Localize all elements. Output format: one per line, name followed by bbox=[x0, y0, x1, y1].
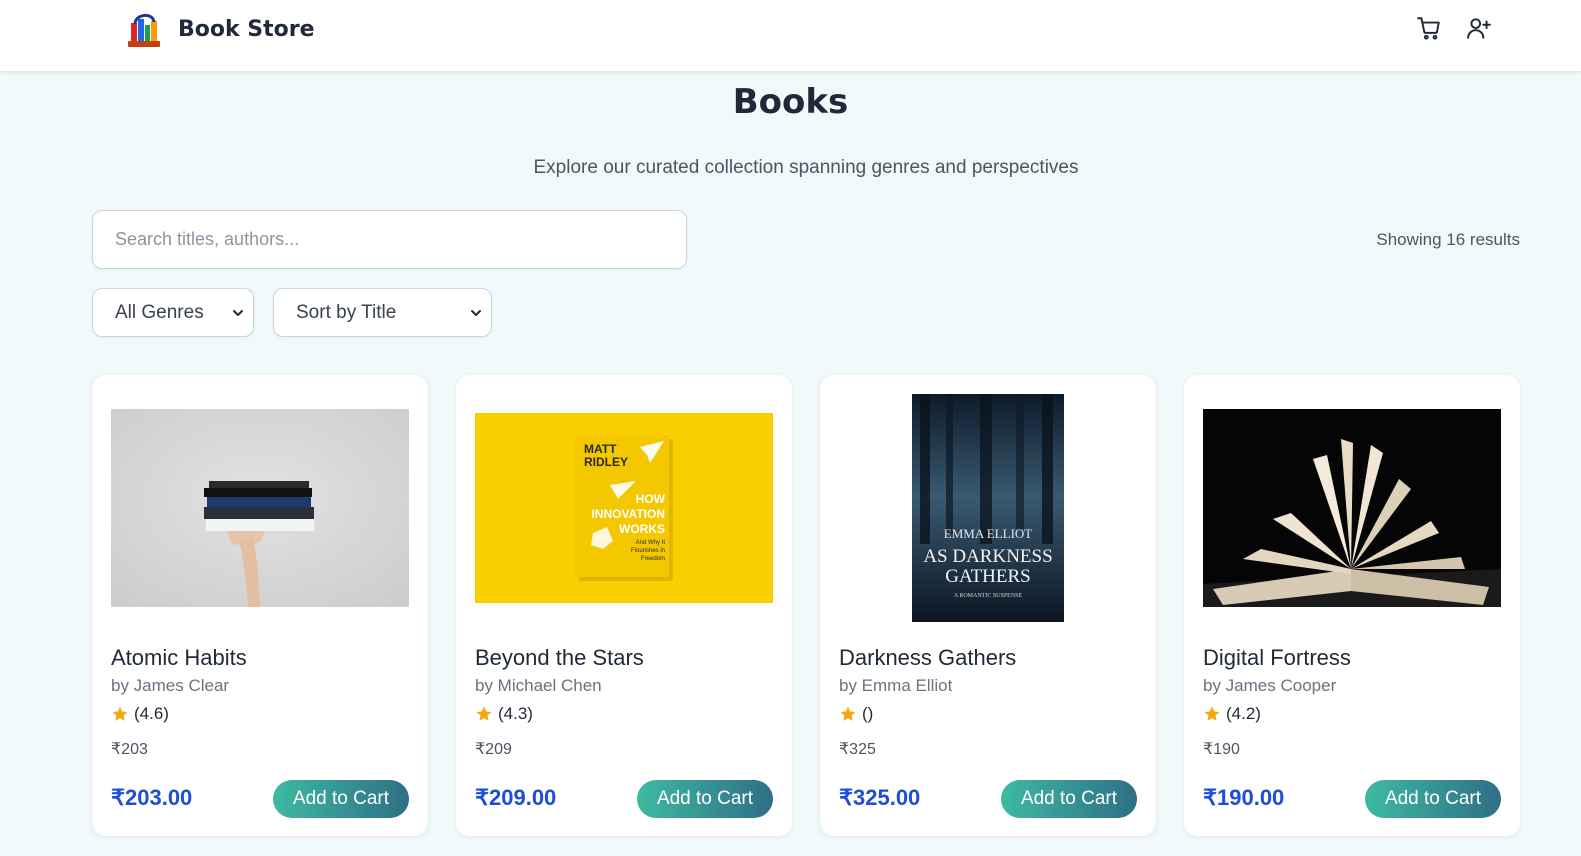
rating-value: (4.3) bbox=[498, 704, 533, 723]
book-price: ₹209.00 bbox=[475, 785, 557, 810]
cover-title-line1: HOW bbox=[636, 492, 666, 506]
navbar: Book Store bbox=[0, 0, 1581, 71]
book-rating: () bbox=[839, 704, 873, 724]
book-list-price: ₹190 bbox=[1203, 741, 1240, 758]
cover-title-line2: INNOVATION bbox=[591, 507, 665, 521]
book-price: ₹190.00 bbox=[1203, 785, 1285, 810]
genre-select-value: All Genres bbox=[115, 301, 204, 323]
book-rating: (4.2) bbox=[1203, 704, 1261, 724]
book-card[interactable]: Atomic Habits by James Clear (4.6) ₹203 … bbox=[92, 375, 428, 836]
book-author: by James Clear bbox=[111, 676, 230, 695]
results-count: Showing 16 results bbox=[1376, 230, 1520, 249]
cover-subtitle-line3: Freedom bbox=[641, 556, 665, 562]
book-price: ₹203.00 bbox=[111, 785, 193, 810]
star-icon bbox=[476, 706, 492, 721]
rating-value: (4.2) bbox=[1226, 704, 1261, 723]
book-author: by James Cooper bbox=[1203, 676, 1337, 695]
book-list-price: ₹325 bbox=[839, 741, 876, 758]
cover-author-line1: MATT bbox=[584, 442, 617, 456]
add-user-icon[interactable] bbox=[1465, 14, 1493, 42]
book-title[interactable]: Beyond the Stars bbox=[475, 645, 644, 671]
book-title[interactable]: Digital Fortress bbox=[1203, 645, 1351, 671]
cover-author: EMMA ELLIOT bbox=[944, 526, 1033, 541]
star-icon bbox=[1204, 706, 1220, 721]
add-to-cart-button[interactable]: Add to Cart bbox=[273, 780, 409, 818]
add-to-cart-button[interactable]: Add to Cart bbox=[637, 780, 773, 818]
brand-name: Book Store bbox=[178, 16, 315, 42]
star-icon bbox=[112, 706, 128, 721]
book-price: ₹325.00 bbox=[839, 785, 921, 810]
book-list-price: ₹203 bbox=[111, 741, 148, 758]
cover-title-line2: GATHERS bbox=[945, 566, 1031, 587]
book-cover-image[interactable]: MATT RIDLEY HOW INNOVATION WORKS And Why… bbox=[475, 413, 773, 603]
chevron-down-icon bbox=[471, 310, 481, 316]
cover-title-line1: AS DARKNESS bbox=[923, 546, 1052, 567]
sort-select-value: Sort by Title bbox=[296, 301, 397, 323]
brand[interactable]: Book Store bbox=[126, 10, 315, 48]
cover-tagline: A ROMANTIC SUSPENSE bbox=[954, 593, 1023, 599]
add-to-cart-button[interactable]: Add to Cart bbox=[1365, 780, 1501, 818]
search-input[interactable] bbox=[92, 210, 687, 269]
sort-select[interactable]: Sort by Title bbox=[273, 288, 492, 337]
book-cover-image[interactable] bbox=[1203, 409, 1501, 607]
nav-icons bbox=[1415, 14, 1493, 42]
book-rating: (4.3) bbox=[475, 704, 533, 724]
book-card[interactable]: Digital Fortress by James Cooper (4.2) ₹… bbox=[1184, 375, 1520, 836]
cover-subtitle-line1: And Why It bbox=[636, 540, 666, 546]
book-card[interactable]: MATT RIDLEY HOW INNOVATION WORKS And Why… bbox=[456, 375, 792, 836]
book-author: by Michael Chen bbox=[475, 676, 602, 695]
book-card[interactable]: EMMA ELLIOT AS DARKNESS GATHERS A ROMANT… bbox=[820, 375, 1156, 836]
rating-value: () bbox=[862, 704, 874, 723]
cover-subtitle-line2: Flourishes in bbox=[631, 548, 665, 554]
add-to-cart-button[interactable]: Add to Cart bbox=[1001, 780, 1137, 818]
rating-value: (4.6) bbox=[134, 704, 169, 723]
book-title[interactable]: Darkness Gathers bbox=[839, 645, 1016, 671]
book-cover-image[interactable]: EMMA ELLIOT AS DARKNESS GATHERS A ROMANT… bbox=[912, 394, 1064, 622]
book-rating: (4.6) bbox=[111, 704, 169, 724]
book-author: by Emma Elliot bbox=[839, 676, 953, 695]
chevron-down-icon bbox=[233, 310, 243, 316]
cover-author-line2: RIDLEY bbox=[584, 455, 628, 469]
cover-title-line3: WORKS bbox=[619, 522, 665, 536]
genre-select[interactable]: All Genres bbox=[92, 288, 254, 337]
page-subtitle: Explore our curated collection spanning … bbox=[533, 157, 1079, 178]
book-cover-image[interactable] bbox=[111, 409, 409, 607]
bookshelf-logo-icon bbox=[128, 14, 160, 47]
book-list-price: ₹209 bbox=[475, 741, 512, 758]
star-icon bbox=[840, 706, 856, 721]
book-title[interactable]: Atomic Habits bbox=[111, 645, 247, 671]
page-title: Books bbox=[732, 82, 849, 122]
cart-icon[interactable] bbox=[1415, 14, 1443, 42]
